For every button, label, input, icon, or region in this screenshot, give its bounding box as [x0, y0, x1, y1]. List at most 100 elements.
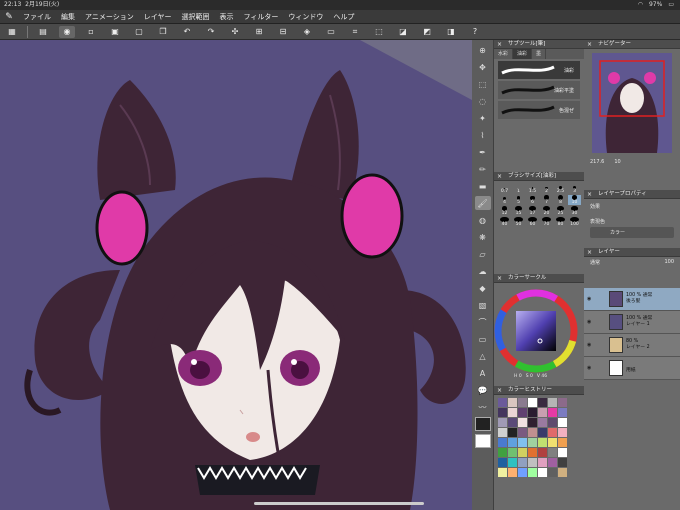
close-icon[interactable]: × — [497, 274, 502, 283]
gradient-tool-icon[interactable]: ▧ — [475, 298, 491, 312]
tab-oil[interactable]: 油彩 — [513, 49, 533, 59]
close-icon[interactable]: × — [497, 40, 502, 49]
history-swatch[interactable] — [518, 438, 527, 447]
layer-row[interactable]: ◉ 80 % レイヤー 2 — [584, 334, 680, 357]
brush-size-option[interactable]: 15 — [512, 206, 525, 216]
deselect-icon[interactable]: ⊟ — [275, 26, 291, 38]
new-file-icon[interactable]: ▫ — [83, 26, 99, 38]
main-color-swatch[interactable] — [474, 417, 491, 431]
menu-file[interactable]: ファイル — [18, 12, 56, 22]
save-icon[interactable]: ▢ — [131, 26, 147, 38]
history-swatch[interactable] — [558, 418, 567, 427]
select-all-icon[interactable]: ⊞ — [251, 26, 267, 38]
close-icon[interactable]: × — [497, 386, 502, 395]
eyedropper-tool-icon[interactable]: ⌇ — [475, 128, 491, 142]
brush-size-option[interactable]: 5 — [512, 195, 525, 205]
history-swatch[interactable] — [528, 428, 537, 437]
history-swatch[interactable] — [518, 468, 527, 477]
menu-help[interactable]: ヘルプ — [328, 12, 359, 22]
grid-menu-icon[interactable]: ▦ — [4, 26, 20, 38]
history-swatch[interactable] — [548, 398, 557, 407]
history-swatch[interactable] — [508, 458, 517, 467]
crop-icon[interactable]: ⌗ — [347, 26, 363, 38]
close-icon[interactable]: × — [587, 40, 592, 49]
history-swatch[interactable] — [508, 418, 517, 427]
brush-size-option[interactable]: 20 — [540, 206, 553, 216]
history-swatch[interactable] — [538, 418, 547, 427]
history-swatch[interactable] — [528, 398, 537, 407]
brush-size-option[interactable]: 50 — [512, 217, 525, 227]
history-swatch[interactable] — [518, 398, 527, 407]
history-swatch[interactable] — [508, 428, 517, 437]
history-swatch[interactable] — [558, 458, 567, 467]
transform-selection-icon[interactable]: ⬚ — [371, 26, 387, 38]
history-swatch[interactable] — [528, 448, 537, 457]
fill-icon[interactable]: ◈ — [299, 26, 315, 38]
brush-icon[interactable]: ◨ — [443, 26, 459, 38]
brush-size-option[interactable]: 80 — [554, 217, 567, 227]
brush-size-option[interactable]: 7 — [540, 195, 553, 205]
brush-size-option[interactable]: 0.7 — [498, 184, 511, 194]
history-swatch[interactable] — [498, 428, 507, 437]
open-file-icon[interactable]: ▣ — [107, 26, 123, 38]
menu-animation[interactable]: アニメーション — [80, 12, 139, 22]
history-swatch[interactable] — [498, 408, 507, 417]
history-swatch[interactable] — [558, 408, 567, 417]
history-swatch[interactable] — [548, 438, 557, 447]
undo-icon[interactable]: ↶ — [179, 26, 195, 38]
history-swatch[interactable] — [558, 448, 567, 457]
history-swatch[interactable] — [518, 428, 527, 437]
history-swatch[interactable] — [498, 438, 507, 447]
history-swatch[interactable] — [508, 438, 517, 447]
eraser-tool-icon[interactable]: ▱ — [475, 247, 491, 261]
drawing-canvas[interactable] — [0, 40, 472, 510]
layer-row[interactable]: ◉ 用紙 — [584, 357, 680, 380]
clear-icon[interactable]: ▭ — [323, 26, 339, 38]
correct-line-tool-icon[interactable]: 〰 — [475, 400, 491, 414]
lasso-tool-icon[interactable]: ◌ — [475, 94, 491, 108]
zoom-level[interactable]: 217.6 — [590, 159, 604, 165]
history-swatch[interactable] — [518, 448, 527, 457]
history-swatch[interactable] — [548, 408, 557, 417]
redo-icon[interactable]: ↷ — [203, 26, 219, 38]
brush-size-option[interactable]: 8 — [554, 195, 567, 205]
color-wheel[interactable] — [494, 283, 584, 383]
history-swatch[interactable] — [558, 428, 567, 437]
close-icon[interactable]: × — [497, 172, 502, 181]
menu-view[interactable]: 表示 — [215, 12, 239, 22]
visibility-eye-icon[interactable]: ◉ — [587, 365, 595, 371]
sub-color-swatch[interactable] — [474, 434, 491, 448]
brush-size-option[interactable]: 12 — [498, 206, 511, 216]
visibility-eye-icon[interactable]: ◉ — [587, 296, 595, 302]
history-swatch[interactable] — [558, 468, 567, 477]
history-swatch[interactable] — [528, 418, 537, 427]
marker-tool-icon[interactable]: ▬ — [475, 179, 491, 193]
history-swatch[interactable] — [498, 418, 507, 427]
help-icon[interactable]: ? — [467, 26, 483, 38]
pen-tool-icon[interactable]: ✒ — [475, 145, 491, 159]
history-swatch[interactable] — [528, 438, 537, 447]
subtool-item[interactable]: 油彩 — [498, 61, 580, 79]
airbrush-tool-icon[interactable]: ◍ — [475, 213, 491, 227]
app-logo-icon[interactable]: ✎ — [0, 12, 18, 22]
history-swatch[interactable] — [558, 438, 567, 447]
brush-size-option[interactable]: 1.5 — [526, 184, 539, 194]
brush-size-option[interactable]: 25 — [554, 206, 567, 216]
history-swatch[interactable] — [528, 458, 537, 467]
frame-tool-icon[interactable]: ▭ — [475, 332, 491, 346]
history-swatch[interactable] — [518, 418, 527, 427]
history-swatch[interactable] — [508, 408, 517, 417]
select-tool-icon[interactable]: ⬚ — [475, 77, 491, 91]
history-swatch[interactable] — [498, 448, 507, 457]
brush-size-option[interactable]: 30 — [568, 206, 581, 216]
wand-tool-icon[interactable]: ✦ — [475, 111, 491, 125]
copy-icon[interactable]: ❐ — [155, 26, 171, 38]
ruler-tool-icon[interactable]: △ — [475, 349, 491, 363]
history-swatch[interactable] — [508, 468, 517, 477]
brush-size-option[interactable]: 100 — [568, 217, 581, 227]
zoom-tool-icon[interactable]: ⊕ — [475, 43, 491, 57]
brush-size-option[interactable]: 6 — [526, 195, 539, 205]
subtool-item[interactable]: 色混ぜ — [498, 101, 580, 119]
history-swatch[interactable] — [548, 448, 557, 457]
history-swatch[interactable] — [538, 448, 547, 457]
